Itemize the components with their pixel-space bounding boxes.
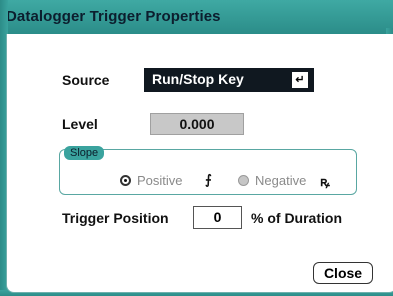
slope-negative-radio[interactable] (238, 175, 249, 186)
source-label: Source (62, 72, 110, 88)
dialog-title: Datalogger Trigger Properties (6, 8, 221, 25)
slope-group-label: Slope (64, 146, 105, 160)
rising-edge-icon: ⨍ (205, 172, 212, 187)
slope-positive-label[interactable]: Positive (137, 173, 183, 188)
source-dropdown[interactable]: Run/Stop Key ↵ (144, 68, 314, 92)
close-button[interactable]: Close (313, 262, 373, 284)
enter-icon[interactable]: ↵ (292, 72, 308, 88)
slope-positive-radio[interactable] (120, 175, 131, 186)
title-bar: Datalogger Trigger Properties (0, 0, 393, 36)
source-value: Run/Stop Key (152, 71, 244, 87)
falling-edge-icon: ꝶ (320, 174, 330, 189)
trigger-position-label: Trigger Position (62, 210, 169, 226)
level-label: Level (62, 116, 98, 132)
trigger-position-unit: % of Duration (251, 210, 342, 226)
dialog: Datalogger Trigger Properties Source Run… (0, 0, 393, 296)
trigger-position-input[interactable]: 0 (193, 206, 242, 229)
level-field: 0.000 (150, 113, 244, 135)
slope-negative-label[interactable]: Negative (255, 173, 306, 188)
